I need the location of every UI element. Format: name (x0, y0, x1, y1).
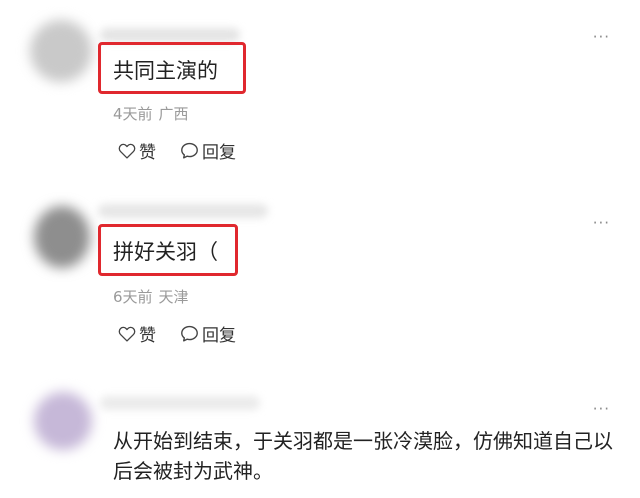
like-label: 赞 (139, 326, 156, 346)
comment-text: 共同主演的 (113, 59, 218, 83)
username[interactable] (100, 396, 260, 410)
heart-outline-icon (118, 326, 136, 342)
comment-time: 6天前 (113, 288, 153, 306)
reply-label: 回复 (202, 326, 236, 346)
comment-text: 从开始到结束，于关羽都是一张冷漠脸，仿佛知道自己以后会被封为武神。 (113, 429, 613, 483)
avatar[interactable] (30, 20, 92, 82)
comment-item: ··· 共同主演的 4天前 广西 赞 回复 (0, 0, 640, 180)
comment-meta: 6天前 天津 (113, 286, 189, 307)
comment-list: ··· 共同主演的 4天前 广西 赞 回复 ··· 拼好关羽（ 6天前 天津 赞… (0, 0, 640, 498)
comment-item: ··· 拼好关羽（ 6天前 天津 赞 回复 (0, 180, 640, 370)
username[interactable] (100, 28, 240, 42)
more-dots-icon[interactable]: ··· (593, 400, 610, 418)
heart-outline-icon (118, 143, 136, 159)
comment-item: ··· 从开始到结束，于关羽都是一张冷漠脸，仿佛知道自己以后会被封为武神。 (0, 370, 640, 498)
more-dots-icon[interactable]: ··· (593, 214, 610, 232)
reply-label: 回复 (202, 143, 236, 163)
comment-meta: 4天前 广西 (113, 103, 189, 124)
like-button[interactable]: 赞 (118, 321, 156, 346)
like-label: 赞 (139, 143, 156, 163)
like-button[interactable]: 赞 (118, 138, 156, 163)
more-dots-icon[interactable]: ··· (593, 28, 610, 46)
avatar[interactable] (34, 206, 90, 268)
comment-location: 广西 (158, 105, 189, 123)
speech-bubble-icon (181, 142, 198, 159)
avatar[interactable] (34, 392, 92, 450)
reply-button[interactable]: 回复 (180, 138, 236, 163)
comment-text: 拼好关羽（ (113, 240, 218, 264)
reply-button[interactable]: 回复 (180, 321, 236, 346)
comment-location: 天津 (158, 288, 189, 306)
username[interactable] (98, 204, 268, 218)
speech-bubble-icon (181, 325, 198, 342)
comment-time: 4天前 (113, 105, 153, 123)
